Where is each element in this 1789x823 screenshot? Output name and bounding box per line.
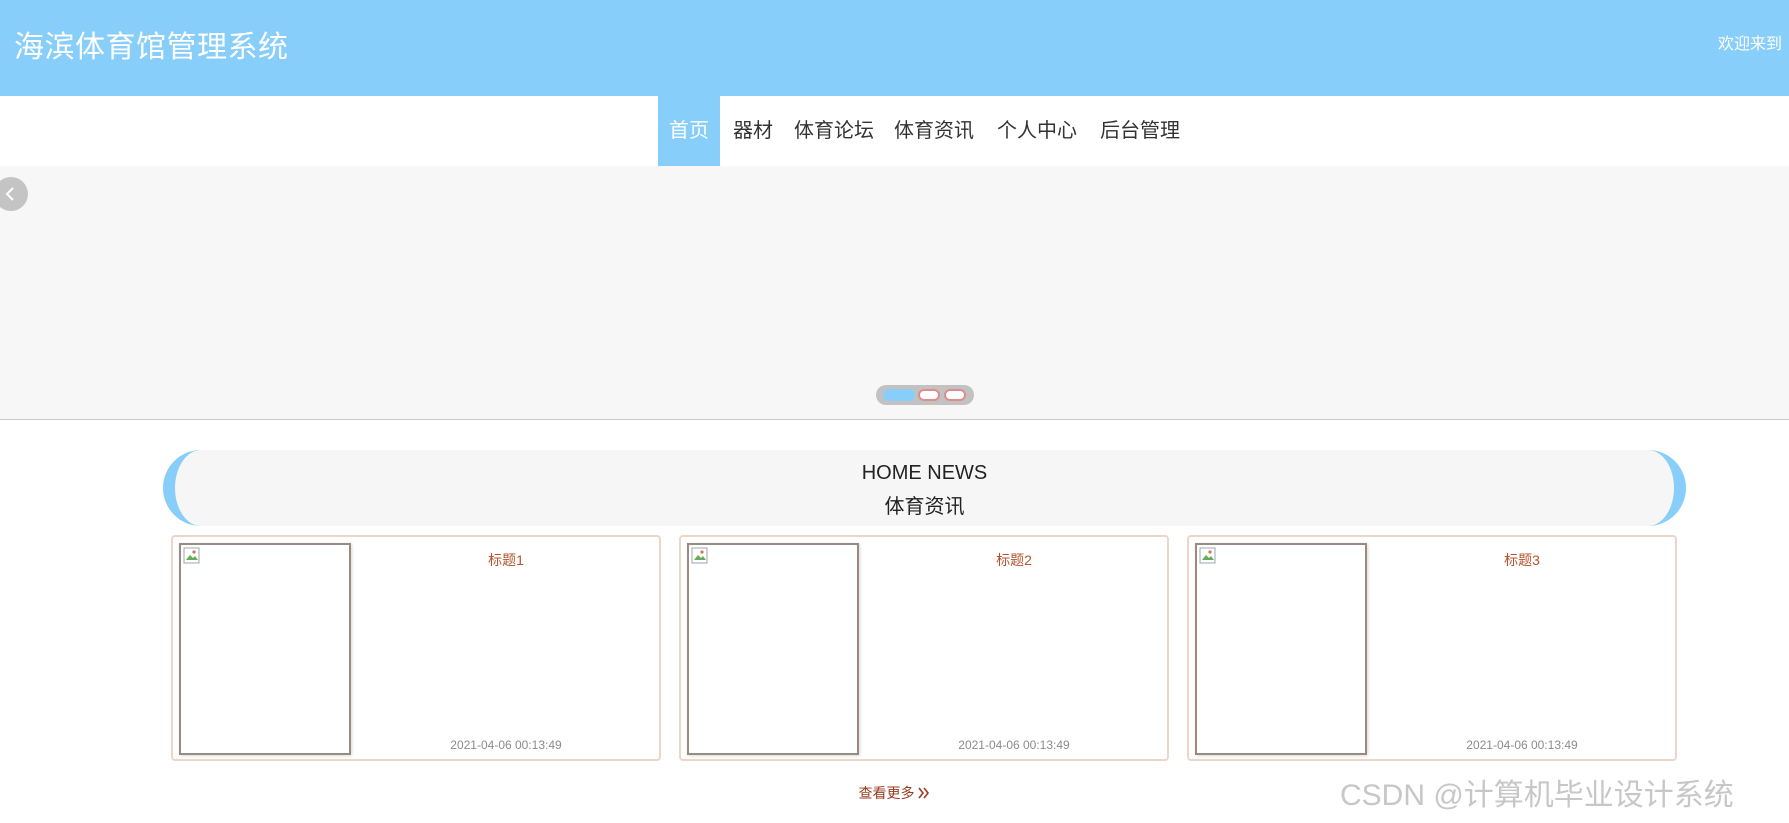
news-thumbnail[interactable] (1195, 543, 1367, 755)
carousel-dot-3[interactable] (944, 389, 966, 401)
banner-carousel (0, 166, 1789, 420)
main-nav: 首页 器材 体育论坛 体育资讯 个人中心 后台管理 (0, 96, 1789, 166)
view-more-link[interactable]: 查看更多 (0, 783, 1789, 803)
nav-item-home[interactable]: 首页 (658, 96, 720, 166)
news-card-title[interactable]: 标题1 (353, 550, 659, 570)
nav-item-equipment[interactable]: 器材 (728, 96, 778, 166)
news-thumbnail[interactable] (687, 543, 859, 755)
site-title: 海滨体育馆管理系统 (14, 31, 289, 64)
carousel-prev-button[interactable] (0, 177, 28, 211)
nav-item-forum[interactable]: 体育论坛 (790, 96, 878, 166)
news-section-title: HOME NEWS 体育资讯 (163, 450, 1686, 526)
news-card-time: 2021-04-06 00:13:49 (450, 738, 562, 752)
news-card-1[interactable]: 标题1 2021-04-06 00:13:49 (171, 535, 661, 761)
chevron-left-icon (5, 187, 14, 201)
news-card-time: 2021-04-06 00:13:49 (1466, 738, 1578, 752)
news-card-time: 2021-04-06 00:13:49 (958, 738, 1070, 752)
news-card-3[interactable]: 标题3 2021-04-06 00:13:49 (1187, 535, 1677, 761)
double-chevron-right-icon (918, 787, 930, 799)
carousel-indicators (876, 385, 974, 405)
carousel-dot-1[interactable] (883, 389, 915, 401)
welcome-text: 欢迎来到 (1718, 36, 1783, 53)
section-title-zh: 体育资讯 (884, 496, 965, 518)
view-more-label: 查看更多 (858, 785, 915, 801)
news-card-2[interactable]: 标题2 2021-04-06 00:13:49 (679, 535, 1169, 761)
news-card-title[interactable]: 标题2 (861, 550, 1167, 570)
site-header: 海滨体育馆管理系统 欢迎来到 (0, 0, 1789, 96)
section-title-en: HOME NEWS (861, 462, 988, 484)
broken-image-icon (183, 547, 200, 564)
carousel-dot-2[interactable] (918, 389, 940, 401)
broken-image-icon (691, 547, 708, 564)
nav-item-personal-center[interactable]: 个人中心 (993, 96, 1081, 166)
nav-item-admin[interactable]: 后台管理 (1096, 96, 1184, 166)
nav-item-news[interactable]: 体育资讯 (890, 96, 978, 166)
news-thumbnail[interactable] (179, 543, 351, 755)
news-card-title[interactable]: 标题3 (1369, 550, 1675, 570)
broken-image-icon (1199, 547, 1216, 564)
